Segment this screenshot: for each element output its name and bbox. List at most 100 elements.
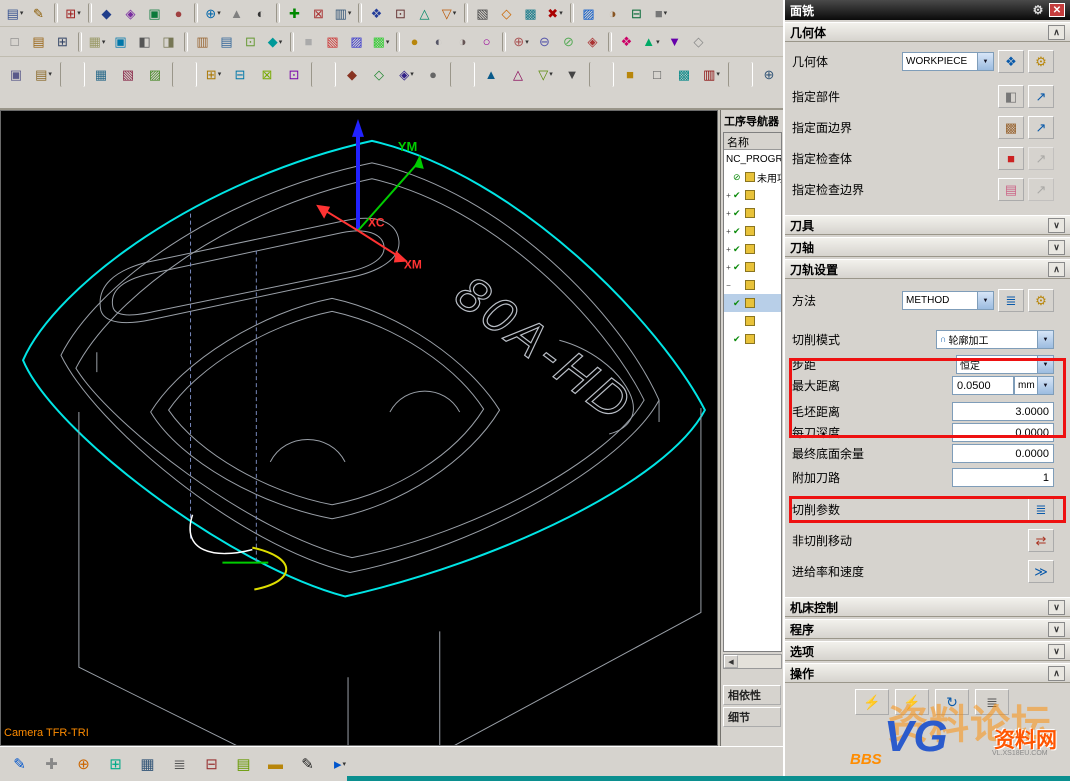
toolbar-button[interactable] (276, 3, 280, 23)
final-floor-stock-input[interactable]: 0.0000 (952, 444, 1054, 463)
graphics-viewport[interactable]: 80A-HD YM XC XM (0, 110, 718, 746)
toolbar-button[interactable] (570, 3, 574, 23)
toolbar-button[interactable]: ▽▾ (438, 2, 460, 24)
toolbar-button[interactable] (608, 32, 612, 52)
navigator-tree-row[interactable]: ✔ (724, 330, 781, 348)
toolbar-button[interactable]: ▩ (520, 2, 542, 24)
toolbar-button[interactable]: ⊕▾ (202, 2, 224, 24)
toolbar-button[interactable]: ⊟ (199, 751, 225, 777)
toolbar-button[interactable]: ◇ (367, 62, 392, 87)
specify-check-boundary-button[interactable]: ▤ (998, 178, 1024, 201)
toolbar-button[interactable] (396, 32, 400, 52)
collapse-icon[interactable]: ∧ (1048, 666, 1065, 681)
expand-icon[interactable]: ∨ (1048, 218, 1065, 233)
toolbar-button[interactable]: ≣ (167, 751, 193, 777)
toolbar-button[interactable]: ◐ (250, 2, 272, 24)
edit-method-button[interactable]: ⚙ (1028, 289, 1054, 312)
expand-icon[interactable]: + (724, 227, 733, 236)
dialog-title-bar[interactable]: 面铣 ⚙ ✕ (785, 0, 1070, 20)
toolbar-button[interactable]: ▤ (216, 31, 238, 53)
cutting-params-button[interactable]: ≣ (1028, 498, 1054, 521)
blank-distance-input[interactable]: 3.0000 (952, 402, 1054, 421)
navigator-tree-row[interactable]: + ✔ (724, 222, 781, 240)
expand-icon[interactable]: ∨ (1048, 600, 1065, 615)
max-distance-input[interactable]: 0.0500 (952, 376, 1014, 395)
toolbar-button[interactable]: ▥ (192, 31, 214, 53)
toolbar-button[interactable]: ✎ (7, 751, 33, 777)
gear-icon[interactable]: ⚙ (1030, 2, 1046, 18)
toolbar-button[interactable]: ▧ (116, 62, 141, 87)
toolbar-button[interactable]: ✚ (284, 2, 306, 24)
toolbar-button[interactable]: ▲▾ (640, 31, 662, 53)
stepover-select[interactable]: 恒定 ▼ (956, 355, 1054, 374)
toolbar-button[interactable] (60, 62, 85, 87)
toolbar-button[interactable]: □ (645, 62, 670, 87)
toolbar-button[interactable]: ⊟ (626, 2, 648, 24)
toolbar-button[interactable]: ◐ (428, 31, 450, 53)
toolbar-button[interactable] (172, 62, 197, 87)
toolbar-button[interactable]: ▤▾ (4, 2, 26, 24)
toolbar-button[interactable]: ⊕ (71, 751, 97, 777)
toolbar-button[interactable]: ◆ (96, 2, 118, 24)
toolbar-button[interactable]: ▲ (479, 62, 504, 87)
toolbar-button[interactable]: ◇ (688, 31, 710, 53)
details-tab[interactable]: 细节 (723, 707, 781, 727)
toolbar-button[interactable]: ✖▾ (544, 2, 566, 24)
toolbar-button[interactable]: ⊡ (240, 31, 262, 53)
dropdown-arrow-icon[interactable]: ▼ (977, 53, 993, 70)
toolbar-button[interactable] (88, 3, 92, 23)
toolbar-button[interactable]: ⊞ (103, 751, 129, 777)
toolbar-button[interactable] (589, 62, 614, 87)
navigator-tree-row[interactable]: ✔ (724, 294, 781, 312)
section-header-tool[interactable]: 刀具 ∨ (785, 215, 1070, 235)
navigator-tree-row[interactable]: NC_PROGRAM (724, 150, 781, 168)
navigator-tree[interactable]: 名称 NC_PROGRAM ⊘ 未用项 (723, 132, 782, 652)
toolbar-button[interactable]: ▩▾ (370, 31, 392, 53)
toolbar-button[interactable]: ▨ (578, 2, 600, 24)
dependencies-tab[interactable]: 相依性 (723, 685, 781, 705)
scrollbar-track[interactable] (738, 655, 781, 668)
dropdown-arrow-icon[interactable]: ▼ (1037, 331, 1053, 348)
toolbar-button[interactable]: ⊟ (228, 62, 253, 87)
select-part-button[interactable]: ↗ (1028, 85, 1054, 108)
toolbar-button[interactable] (184, 32, 188, 52)
collapse-icon[interactable]: ∧ (1048, 25, 1065, 40)
toolbar-button[interactable]: ○ (476, 31, 498, 53)
expand-icon[interactable]: ∨ (1048, 622, 1065, 637)
section-header-geometry[interactable]: 几何体 ∧ (785, 22, 1070, 42)
section-header-tool-axis[interactable]: 刀轴 ∨ (785, 237, 1070, 257)
max-distance-unit-select[interactable]: mm ▼ (1014, 376, 1054, 395)
expand-icon[interactable]: ∨ (1048, 240, 1065, 255)
specify-part-button[interactable]: ◧ (998, 85, 1024, 108)
toolbar-button[interactable]: ▥▾ (332, 2, 354, 24)
toolbar-button[interactable]: ⊞▾ (62, 2, 84, 24)
toolbar-button[interactable]: ⊕▾ (510, 31, 532, 53)
toolbar-button[interactable]: ⊘ (558, 31, 580, 53)
toolbar-button[interactable]: ▨ (346, 31, 368, 53)
section-header-path-settings[interactable]: 刀轨设置 ∧ (785, 259, 1070, 279)
toolbar-button[interactable]: ▩ (672, 62, 697, 87)
feeds-speeds-button[interactable]: ≫ (1028, 560, 1054, 583)
collapse-icon[interactable]: ∧ (1048, 262, 1065, 277)
toolbar-button[interactable]: ▦ (89, 62, 114, 87)
toolbar-button[interactable]: ✚ (39, 751, 65, 777)
toolbar-button[interactable]: ◧ (134, 31, 156, 53)
toolbar-button[interactable]: ◈▾ (394, 62, 419, 87)
toolbar-button[interactable]: ▤▾ (31, 62, 56, 87)
toolbar-button[interactable]: ▼ (560, 62, 585, 87)
toolbar-button[interactable]: ◑ (602, 2, 624, 24)
toolbar-button[interactable]: ▤ (28, 31, 50, 53)
toolbar-button[interactable]: ▸▾ (327, 751, 353, 777)
toolbar-button[interactable]: ● (404, 31, 426, 53)
toolbar-button[interactable] (290, 32, 294, 52)
toolbar-button[interactable]: ⊖ (534, 31, 556, 53)
toolbar-button[interactable]: ▣ (4, 62, 29, 87)
select-geometry-button[interactable]: ❖ (998, 50, 1024, 73)
section-header-options[interactable]: 选项 ∨ (785, 641, 1070, 661)
toolbar-button[interactable]: ⊠ (255, 62, 280, 87)
toolbar-button[interactable]: ⊡ (282, 62, 307, 87)
toolbar-button[interactable]: ◇ (496, 2, 518, 24)
additional-passes-input[interactable]: 1 (952, 468, 1054, 487)
toolbar-button[interactable]: ■▾ (650, 2, 672, 24)
expand-icon[interactable]: ∨ (1048, 644, 1065, 659)
